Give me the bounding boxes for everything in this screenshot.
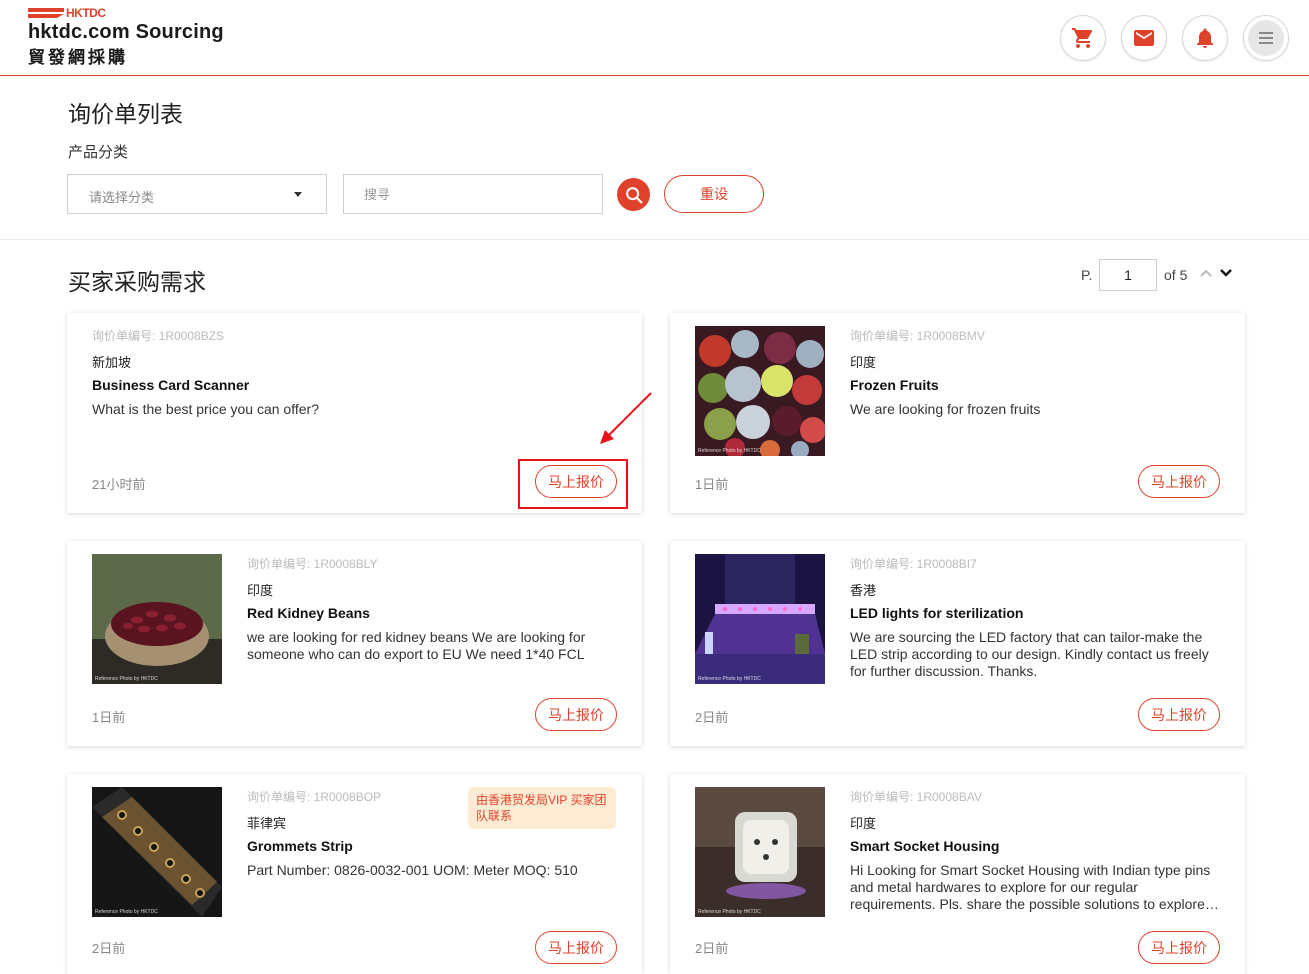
annotation-highlight-box	[518, 459, 628, 509]
messages-button[interactable]	[1121, 15, 1167, 61]
rfq-description: We are sourcing the LED factory that can…	[850, 629, 1209, 679]
site-header: HKTDC hktdc.com Sourcing 貿發網採購	[0, 0, 1309, 76]
quote-now-button[interactable]: 马上报价	[1138, 465, 1220, 498]
search-icon	[625, 186, 642, 203]
rfq-time: 1日前	[695, 477, 729, 492]
rfq-country: 菲律宾	[247, 816, 287, 831]
logo-tag: HKTDC	[66, 6, 106, 20]
rfq-time: 1日前	[92, 710, 126, 725]
rfq-country: 印度	[850, 355, 877, 370]
rfq-time: 2日前	[92, 941, 126, 956]
quote-now-button[interactable]: 马上报价	[535, 931, 617, 964]
rfq-card[interactable]: Reference Photo by HKTDC 询价单编号: 1R0008BM…	[670, 313, 1245, 513]
rfq-card[interactable]: Reference Photo by HKTDC 询价单编号: 1R0008BA…	[670, 774, 1245, 974]
pager-total: of 5	[1164, 267, 1188, 283]
notifications-button[interactable]	[1182, 15, 1228, 61]
envelope-icon	[1134, 30, 1154, 46]
rfq-title[interactable]: Red Kidney Beans	[247, 605, 370, 621]
product-image-smart-socket: Reference Photo by HKTDC	[695, 787, 825, 917]
hamburger-icon	[1248, 20, 1284, 56]
photo-credit: Reference Photo by HKTDC	[698, 909, 761, 915]
reset-button[interactable]: 重设	[664, 175, 764, 213]
rfq-number: 询价单编号: 1R0008BMV	[850, 329, 985, 343]
annotation-arrow-icon	[600, 392, 652, 444]
rfq-country: 香港	[850, 583, 877, 598]
search-button[interactable]	[617, 178, 650, 211]
section-divider	[0, 239, 1309, 240]
category-select-value: 请选择分类	[89, 190, 155, 205]
rfq-time: 2日前	[695, 941, 729, 956]
caret-down-icon	[294, 192, 302, 197]
search-input[interactable]	[343, 174, 603, 214]
rfq-number: 询价单编号: 1R0008BOP	[247, 790, 382, 804]
logo-subtitle: 貿發網採購	[28, 48, 128, 67]
rfq-time: 2日前	[695, 710, 729, 725]
quote-now-button[interactable]: 马上报价	[1138, 698, 1220, 731]
rfq-country: 新加坡	[92, 355, 132, 370]
rfq-number: 询价单编号: 1R0008BLY	[247, 557, 378, 571]
category-label: 产品分类	[68, 144, 129, 161]
page-title: 询价单列表	[68, 101, 183, 127]
rfq-time: 21小时前	[92, 477, 146, 492]
logo-bars-icon	[28, 8, 64, 18]
photo-credit: Reference Photo by HKTDC	[698, 676, 761, 682]
cart-button[interactable]	[1060, 15, 1106, 61]
photo-credit: Reference Photo by HKTDC	[698, 448, 761, 454]
cart-icon	[1072, 28, 1092, 48]
rfq-card[interactable]: Reference Photo by HKTDC 询价单编号: 1R0008BI…	[670, 541, 1245, 746]
chevron-down-icon[interactable]	[1219, 266, 1233, 280]
rfq-country: 印度	[247, 583, 274, 598]
rfq-description: Hi Looking for Smart Socket Housing with…	[850, 862, 1219, 912]
photo-credit: Reference Photo by HKTDC	[95, 676, 158, 682]
rfq-description: We are looking for frozen fruits	[850, 401, 1041, 417]
product-image-frozen-fruits: Reference Photo by HKTDC	[695, 326, 825, 456]
chevron-up-icon[interactable]	[1199, 266, 1213, 280]
rfq-card[interactable]: Reference Photo by HKTDC 询价单编号: 1R0008BO…	[67, 774, 642, 974]
product-image-grommets-strip: Reference Photo by HKTDC	[92, 787, 222, 917]
hktdc-logo[interactable]: HKTDC hktdc.com Sourcing 貿發網採購	[28, 6, 224, 68]
photo-credit: Reference Photo by HKTDC	[95, 909, 158, 915]
rfq-country: 印度	[850, 816, 877, 831]
rfq-number: 询价单编号: 1R0008BZS	[92, 329, 225, 343]
menu-button[interactable]	[1243, 15, 1289, 61]
rfq-description: Part Number: 0826-0032-001 UOM: Meter MO…	[247, 862, 578, 878]
pager-prefix: P.	[1081, 267, 1093, 283]
rfq-description: What is the best price you can offer?	[92, 401, 319, 417]
category-select[interactable]: 请选择分类	[67, 174, 327, 214]
vip-badge: 由香港贸发局VIP 买家团队联系	[468, 787, 616, 829]
rfq-description: we are looking for red kidney beans We a…	[247, 629, 586, 662]
rfq-title[interactable]: Frozen Fruits	[850, 377, 939, 393]
quote-now-button[interactable]: 马上报价	[535, 698, 617, 731]
rfq-title[interactable]: LED lights for sterilization	[850, 605, 1023, 621]
quote-now-button[interactable]: 马上报价	[1138, 931, 1220, 964]
product-image-led-lights: Reference Photo by HKTDC	[695, 554, 825, 684]
rfq-card[interactable]: Reference Photo by HKTDC 询价单编号: 1R0008BL…	[67, 541, 642, 746]
rfq-title[interactable]: Grommets Strip	[247, 838, 353, 854]
rfq-number: 询价单编号: 1R0008BAV	[850, 790, 982, 804]
rfq-title[interactable]: Smart Socket Housing	[850, 838, 999, 854]
product-image-kidney-beans: Reference Photo by HKTDC	[92, 554, 222, 684]
bell-icon	[1197, 28, 1213, 48]
logo-title: hktdc.com Sourcing	[28, 21, 224, 43]
rfq-number: 询价单编号: 1R0008BI7	[850, 557, 977, 571]
rfq-title[interactable]: Business Card Scanner	[92, 377, 249, 393]
section-title: 买家采购需求	[68, 269, 206, 295]
hktdc-logo-mark: HKTDC	[28, 6, 224, 20]
page-number-input[interactable]	[1099, 259, 1157, 291]
